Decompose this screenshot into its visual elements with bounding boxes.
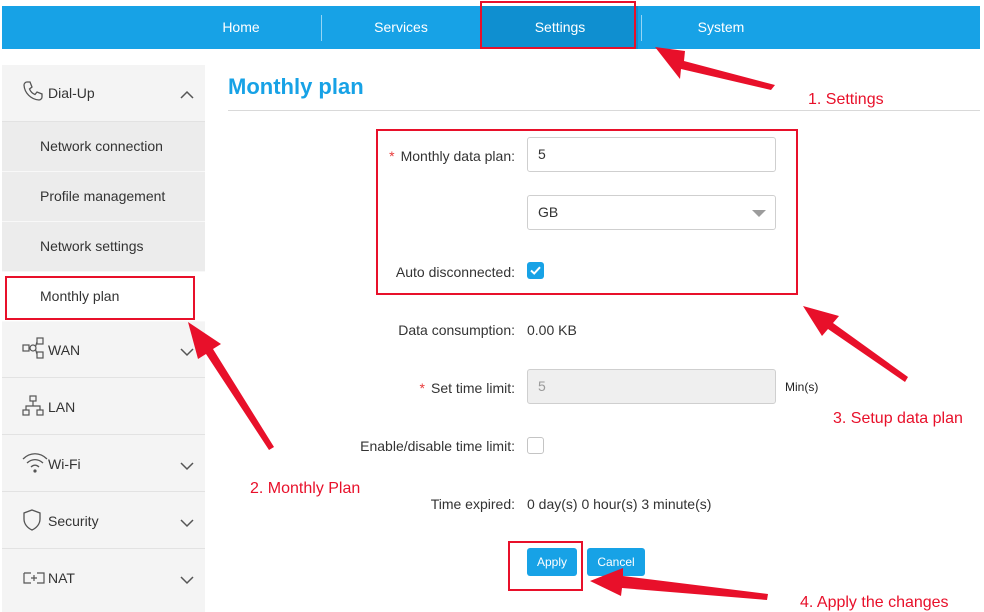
arrow-to-apply [590,568,768,600]
annotation-step-2: 2. Monthly Plan [250,480,361,497]
annotation-step-3: 3. Setup data plan [833,410,963,427]
arrow-to-settings [655,47,775,90]
annotation-step-4: 4. Apply the changes [800,594,949,611]
annotation-step-1: 1. Settings [808,91,884,108]
arrow-to-monthly-plan [188,322,274,450]
arrow-to-data-plan [803,306,908,382]
